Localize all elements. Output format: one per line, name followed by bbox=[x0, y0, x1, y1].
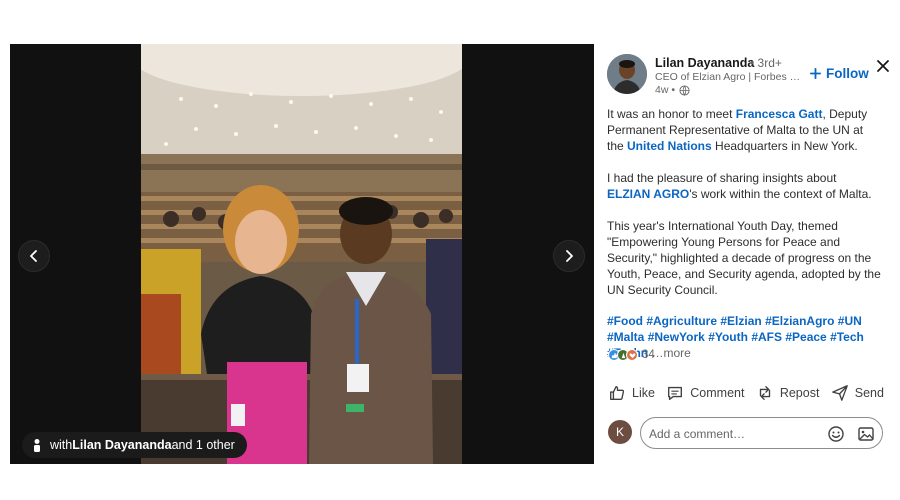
close-icon bbox=[877, 60, 889, 72]
close-button[interactable] bbox=[875, 58, 891, 74]
like-label: Like bbox=[632, 386, 655, 400]
hashtag-link[interactable]: #Food bbox=[607, 314, 643, 328]
person-icon bbox=[32, 438, 42, 452]
next-photo-button[interactable] bbox=[553, 240, 585, 272]
image-icon bbox=[858, 427, 874, 441]
post-modal: with Lilan Dayananda and 1 other Lilan D… bbox=[0, 0, 900, 500]
emoji-icon bbox=[828, 426, 844, 442]
post-meta: 4w • bbox=[655, 84, 690, 96]
send-button[interactable]: Send bbox=[829, 380, 886, 406]
post-time: 4w • bbox=[655, 84, 676, 96]
emoji-button[interactable] bbox=[827, 425, 845, 443]
hashtag-link[interactable]: #Youth bbox=[708, 330, 748, 344]
follow-label: Follow bbox=[826, 66, 869, 81]
comment-input[interactable] bbox=[649, 425, 819, 443]
send-icon bbox=[831, 385, 848, 401]
hashtag-link[interactable]: #Agriculture bbox=[646, 314, 717, 328]
author-name[interactable]: Lilan Dayananda bbox=[655, 56, 754, 70]
hashtag-link[interactable]: #Peace bbox=[785, 330, 826, 344]
previous-photo-button[interactable] bbox=[18, 240, 50, 272]
tag-prefix: with bbox=[50, 438, 73, 452]
tagged-people-button[interactable]: with Lilan Dayananda and 1 other bbox=[22, 432, 247, 458]
tagged-person-name: Lilan Dayananda bbox=[72, 438, 172, 452]
commenter-avatar: K bbox=[608, 420, 632, 444]
comment-button[interactable]: Comment bbox=[664, 380, 746, 406]
mention-elzian-agro[interactable]: ELZIAN AGRO bbox=[607, 187, 689, 201]
reaction-count: 34 bbox=[642, 349, 655, 361]
post-paragraph-2: I had the pleasure of sharing insights a… bbox=[607, 171, 872, 201]
repost-icon bbox=[759, 386, 770, 400]
tag-suffix: and 1 other bbox=[171, 438, 235, 452]
post-panel: Lilan Dayananda • 3rd+ CEO of Elzian Agr… bbox=[594, 44, 890, 464]
see-more-link[interactable]: …more bbox=[651, 346, 690, 360]
chevron-left-icon bbox=[30, 250, 37, 262]
comment-icon bbox=[668, 386, 683, 400]
post-paragraph-1: It was an honor to meet Francesca Gatt, … bbox=[607, 107, 868, 153]
connection-degree: • 3rd+ bbox=[750, 56, 782, 70]
mention-united-nations[interactable]: United Nations bbox=[627, 139, 712, 153]
hashtag-link[interactable]: #Elzian bbox=[720, 314, 761, 328]
repost-button[interactable]: Repost bbox=[754, 380, 822, 406]
hashtag-link[interactable]: #AFS bbox=[751, 330, 782, 344]
comment-box bbox=[640, 417, 883, 449]
photo-illustration bbox=[141, 44, 462, 464]
comment-label: Comment bbox=[690, 386, 745, 400]
author-headline: CEO of Elzian Agro | Forbes Under 30 bbox=[655, 71, 805, 83]
repost-label: Repost bbox=[779, 386, 820, 400]
hashtag-link[interactable]: #Tech bbox=[830, 330, 864, 344]
reactions-summary[interactable]: 34 bbox=[608, 349, 655, 361]
post-actions: Like Comment Repost Send bbox=[606, 380, 886, 406]
follow-button[interactable]: Follow bbox=[810, 66, 869, 81]
post-photo[interactable] bbox=[141, 44, 462, 464]
chevron-right-icon bbox=[566, 250, 573, 262]
hashtag-link[interactable]: #UN bbox=[838, 314, 862, 328]
add-image-button[interactable] bbox=[857, 425, 875, 443]
plus-icon bbox=[810, 68, 821, 79]
hashtag-link[interactable]: #Malta bbox=[607, 330, 644, 344]
globe-icon bbox=[679, 84, 690, 96]
thumbs-up-icon bbox=[610, 386, 625, 400]
post-paragraph-3: This year's International Youth Day, the… bbox=[607, 219, 881, 297]
photo-viewer: with Lilan Dayananda and 1 other bbox=[10, 44, 594, 464]
post-text: It was an honor to meet Francesca Gatt, … bbox=[607, 106, 883, 314]
hashtag-link[interactable]: #NewYork bbox=[648, 330, 705, 344]
mention-francesca-gatt[interactable]: Francesca Gatt bbox=[736, 107, 823, 121]
like-button[interactable]: Like bbox=[606, 380, 657, 406]
send-label: Send bbox=[854, 386, 884, 400]
author-avatar[interactable] bbox=[607, 54, 647, 94]
support-icon bbox=[626, 349, 638, 361]
hashtag-link[interactable]: #ElzianAgro bbox=[765, 314, 834, 328]
